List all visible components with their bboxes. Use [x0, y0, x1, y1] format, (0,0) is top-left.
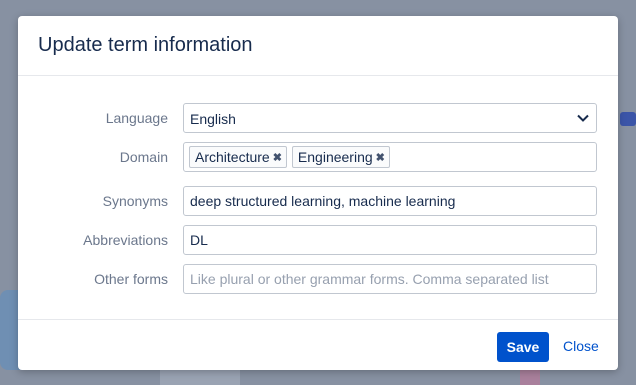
- domain-row: Domain Architecture ✖ Engineering ✖: [18, 142, 618, 172]
- dialog-header: Update term information: [18, 16, 618, 76]
- other-forms-label: Other forms: [94, 271, 168, 287]
- synonyms-input[interactable]: [190, 193, 590, 209]
- other-forms-input[interactable]: [190, 271, 590, 287]
- abbreviations-row: Abbreviations: [18, 225, 618, 255]
- language-select[interactable]: English: [183, 103, 597, 133]
- chevron-down-icon: [577, 114, 589, 122]
- synonyms-label: Synonyms: [102, 193, 168, 209]
- synonyms-row: Synonyms: [18, 186, 618, 216]
- domain-tag: Engineering ✖: [291, 146, 390, 168]
- language-selected-value: English: [190, 111, 236, 127]
- remove-tag-icon[interactable]: ✖: [273, 151, 282, 164]
- synonyms-field[interactable]: [183, 186, 597, 216]
- save-button[interactable]: Save: [497, 332, 549, 362]
- close-button[interactable]: Close: [563, 338, 599, 354]
- dialog-footer: Save Close: [18, 319, 618, 371]
- domain-tag-label: Architecture: [195, 149, 270, 165]
- update-term-dialog: Update term information Language English…: [18, 16, 618, 370]
- domain-tag-input[interactable]: Architecture ✖ Engineering ✖: [183, 142, 597, 172]
- remove-tag-icon[interactable]: ✖: [376, 151, 385, 164]
- dialog-title: Update term information: [38, 34, 253, 56]
- abbreviations-input[interactable]: [190, 232, 590, 248]
- other-forms-field[interactable]: [183, 264, 597, 294]
- domain-label: Domain: [119, 149, 168, 165]
- domain-tag: Architecture ✖: [189, 146, 287, 168]
- background-illustration: [520, 370, 540, 385]
- domain-tag-label: Engineering: [297, 149, 373, 165]
- abbreviations-label: Abbreviations: [83, 232, 168, 248]
- language-row: Language English: [18, 103, 618, 133]
- background-illustration: [620, 112, 636, 126]
- other-forms-row: Other forms: [18, 264, 618, 294]
- language-label: Language: [105, 110, 168, 126]
- abbreviations-field[interactable]: [183, 225, 597, 255]
